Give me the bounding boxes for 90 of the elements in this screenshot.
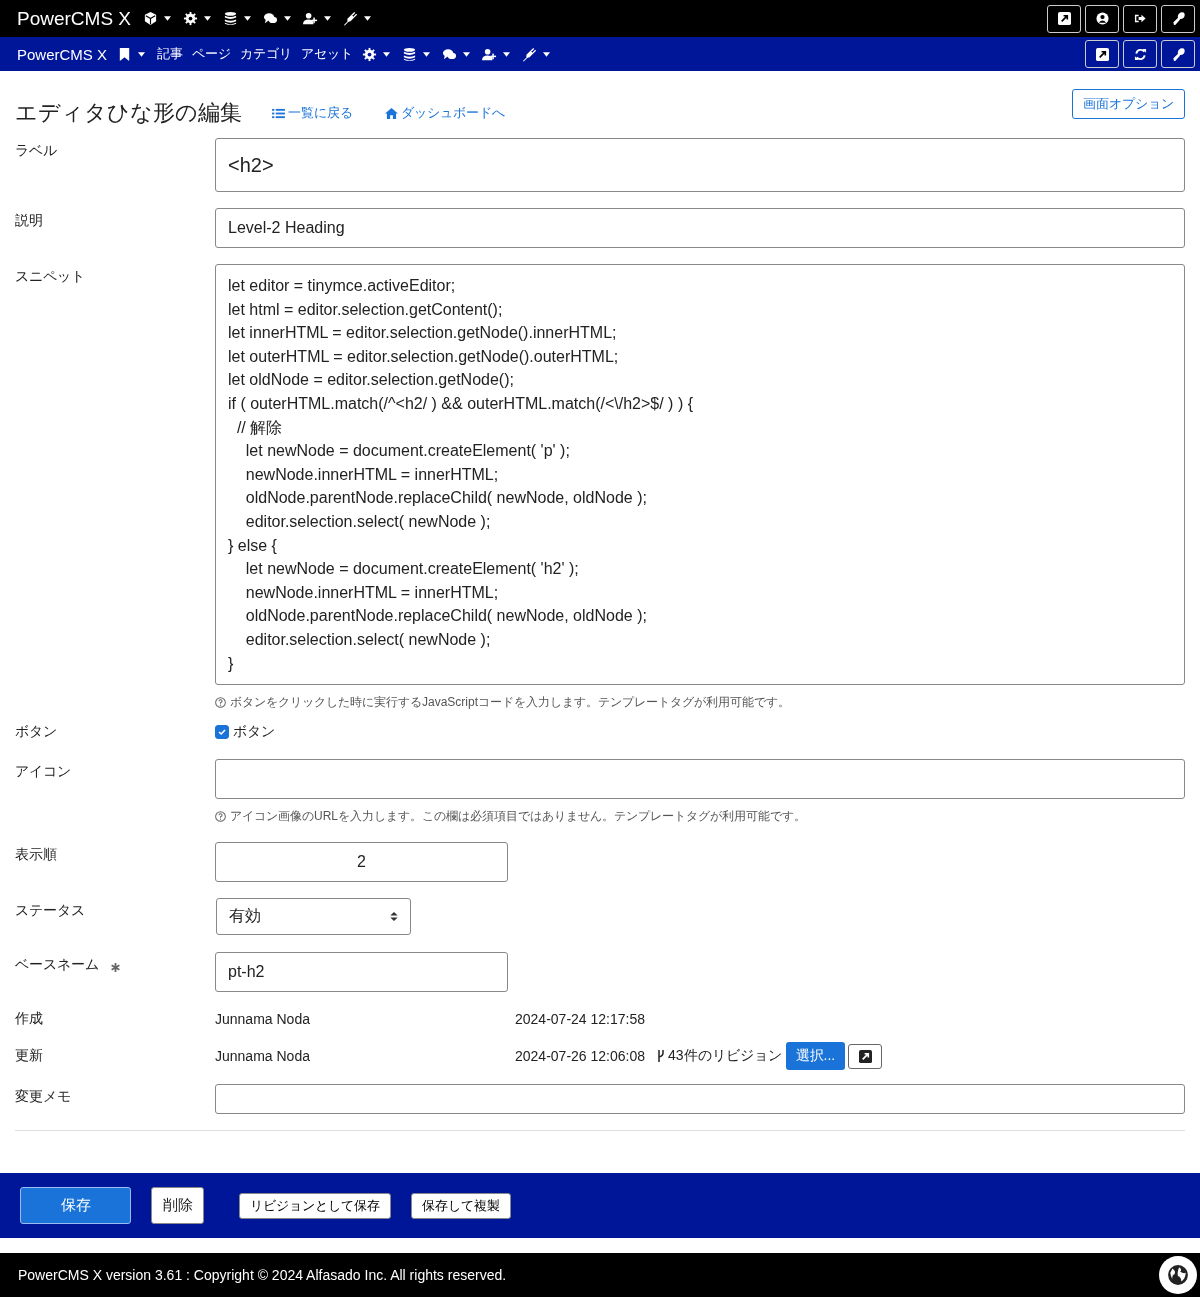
label-field[interactable]: <h2> [215,138,1185,192]
order-field[interactable]: 2 [215,842,508,882]
field-label: ステータス [15,901,86,920]
caret-icon[interactable] [463,51,471,57]
action-button[interactable]: リビジョンとして保存 [239,1192,391,1219]
refresh-button[interactable] [1123,40,1157,68]
list-icon [272,107,285,119]
cube-icon[interactable] [143,11,159,26]
page-title: エディタひな形の編集 [15,99,242,127]
field-label: スニペット [15,267,86,286]
checkbox[interactable] [215,725,229,739]
plug-icon[interactable] [522,46,538,62]
save-button[interactable]: 保存 [20,1187,131,1224]
change-memo-field[interactable] [215,1084,1185,1114]
logout-icon [1133,12,1147,25]
chat-icon[interactable] [263,11,279,26]
caret-icon[interactable] [164,16,172,21]
caret-icon[interactable] [423,51,431,57]
caret-icon[interactable] [244,16,252,21]
back-link[interactable]: 一覧に戻る [272,104,353,122]
branch-icon [657,1050,665,1062]
description-field[interactable]: Level-2 Heading [215,208,1185,248]
created-date: 2024-07-24 12:17:58 [515,1011,645,1027]
plug-icon[interactable] [343,11,359,26]
check-icon [217,727,227,737]
field-label: ベースネーム [15,956,99,974]
field-label: ラベル [15,141,58,160]
field-label: ボタン [15,723,58,741]
field-label: 変更メモ [15,1087,72,1106]
copyright-text: PowerCMS X version 3.61 : Copyright © 2024 Alfasado Inc. All rights reserved. [18,1267,507,1283]
nav-link[interactable]: アセット [301,45,354,63]
settings-icon[interactable] [362,46,378,62]
external-link-icon [858,1049,872,1063]
select-button[interactable]: 選択... [785,1042,846,1070]
account-button[interactable] [1085,4,1119,33]
action-button[interactable]: 保存して複製 [411,1192,511,1219]
caret-icon[interactable] [383,51,391,57]
caret-icon[interactable] [543,51,551,57]
snippet-field[interactable]: let editor = tinymce.activeEditor; let html = editor.selection.getContent(); let innerHTML = editor.selection.getNode().innerHTML; let outerHTML = editor.selection.getNode().outerHTML; let oldNode = editor.selection.getNode(); if ( outerHTML.match(/^<h2/ ) && outerHTML.match(/<\/h2>$/ ) ) { // 解除 let newNode = document.createElement( 'p' ); newNode.innerHTML = innerHTML; oldNode.parentNode.replaceChild( newNode, oldNode ); editor.selection.select( newNode ); } else { let newNode = document.createElement( 'h2' ); newNode.innerHTML = innerHTML; oldNode.parentNode.replaceChild( newNode, oldNode ); editor.selection.select( newNode ); } [215,264,1185,685]
author-name: Junnama Noda [215,1011,311,1027]
settings-button[interactable] [1161,4,1195,33]
external-link-icon [1095,47,1109,61]
database-icon[interactable] [402,46,418,62]
help-text: ボタンをクリックした時に実行するJavaScriptコードを入力します。テンプレートタグが利用可能です。 [230,694,791,711]
field-label: 更新 [15,1047,44,1065]
globe-icon [1167,1264,1189,1286]
field-label: アイコン [15,762,72,781]
settings-icon[interactable] [183,11,199,26]
modified-date: 2024-07-26 12:06:08 [515,1048,645,1064]
add-user-icon[interactable] [482,46,498,62]
field-label: 説明 [15,211,44,230]
user-icon [1095,12,1109,25]
caret-icon[interactable] [503,51,511,57]
revision-count: 43件のリビジョン [668,1047,782,1065]
author-name: Junnama Noda [215,1048,311,1064]
icon-url-field[interactable] [215,759,1185,799]
add-user-icon[interactable] [303,11,319,26]
logout-button[interactable] [1123,4,1157,33]
field-label: 表示順 [15,845,58,864]
external-link-icon [1057,12,1071,25]
caret-icon[interactable] [284,16,292,21]
status-select[interactable]: 有効 [216,898,411,935]
caret-icon[interactable] [324,16,332,21]
screen-options-button[interactable]: 画面オプション [1072,89,1185,119]
help-icon [215,811,226,822]
database-icon[interactable] [223,11,239,26]
view-site-button[interactable] [1047,4,1081,33]
field-label: 作成 [15,1010,44,1028]
nav-link[interactable]: カテゴリ [240,45,293,63]
settings-button[interactable] [1161,40,1195,68]
caret-icon[interactable] [204,16,212,21]
open-button[interactable] [848,1043,883,1069]
delete-button[interactable]: 削除 [151,1187,204,1224]
nav-link[interactable]: ページ [192,45,232,63]
language-button[interactable] [1159,1256,1197,1294]
help-text: アイコン画像のURLを入力します。この欄は必須項目ではありません。テンプレートタグが利用可能です。 [230,808,806,825]
refresh-icon [1133,47,1147,61]
brand-name[interactable]: PowerCMS X [17,7,132,30]
workspace-name[interactable]: PowerCMS X [17,45,108,63]
help-icon [215,697,226,708]
caret-icon[interactable] [138,51,146,57]
sort-arrows-icon [390,911,398,922]
dashboard-link[interactable]: ダッシュボードへ [385,104,505,122]
chat-icon[interactable] [442,46,458,62]
view-site-button[interactable] [1085,40,1119,68]
home-icon [385,107,398,119]
checkbox-label[interactable]: ボタン [233,723,275,741]
nav-link[interactable]: 記事 [157,45,184,63]
caret-icon[interactable] [364,16,372,21]
basename-field[interactable]: pt-h2 [215,952,508,992]
